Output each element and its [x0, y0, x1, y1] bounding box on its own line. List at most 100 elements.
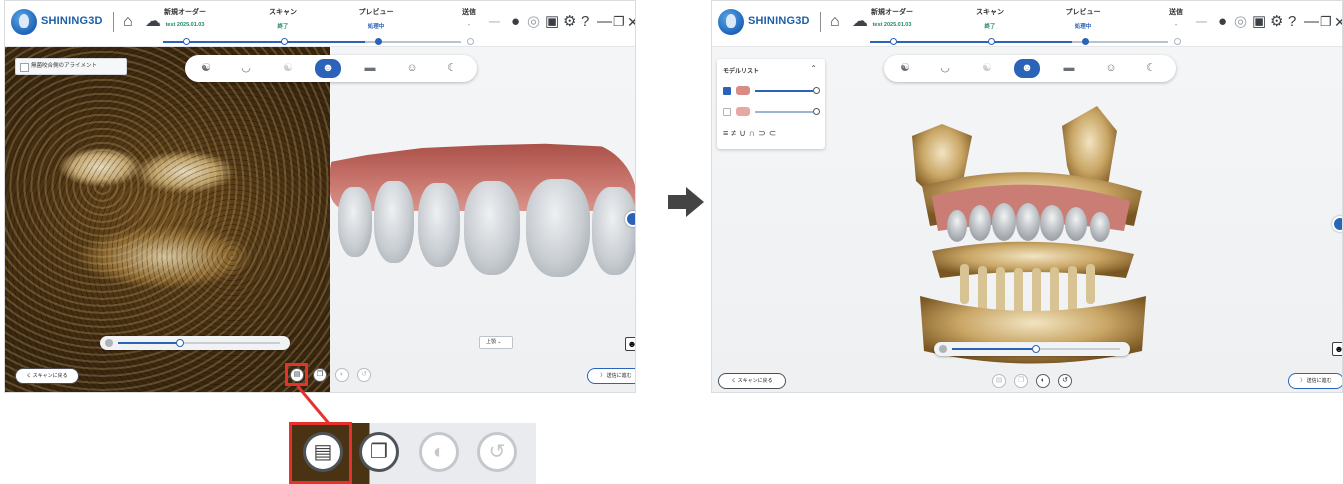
step-label: プレビュー	[358, 9, 394, 16]
snapshot-icon[interactable]: ▣	[1252, 11, 1266, 33]
next-send-button[interactable]: 〉 送信に進む	[587, 368, 635, 384]
slider-handle[interactable]	[813, 108, 820, 115]
bite-icon[interactable]: ▬	[357, 59, 383, 78]
cbct-view-icon[interactable]: ☻	[1014, 59, 1040, 78]
step-scan[interactable]: スキャン 終了	[950, 7, 1030, 30]
user-icon[interactable]: ●	[511, 11, 520, 33]
brand-name: SHINING3D	[41, 15, 103, 27]
snapshot-icon[interactable]: ▣	[545, 11, 559, 33]
chevron-up-icon[interactable]: ⌃	[810, 64, 817, 73]
person-icon[interactable]: ☻	[1332, 342, 1342, 356]
header-divider	[113, 12, 114, 32]
zoom-highlight-box	[289, 422, 352, 484]
side-view-icon[interactable]: ☾	[439, 59, 465, 78]
face-thumb	[736, 107, 750, 116]
target-icon[interactable]: ◎	[1234, 11, 1247, 33]
target-icon[interactable]: ◎	[527, 11, 540, 33]
progress-dot	[467, 38, 474, 45]
help-icon[interactable]: ?	[1288, 11, 1296, 33]
align-checkbox[interactable]: 無菌咬合側のアライメント	[15, 58, 127, 75]
bite-icon[interactable]: ▬	[1056, 59, 1082, 78]
progress-dot	[281, 38, 288, 45]
jaw-select[interactable]: 上顎 ⌄	[479, 336, 513, 349]
gear-icon[interactable]: ⚙	[563, 11, 576, 33]
back-to-scan-button[interactable]: く スキャンに戻る	[718, 373, 786, 389]
overlay-copy-icon-zoomed[interactable]: ❐	[359, 432, 399, 472]
header-divider	[820, 12, 821, 32]
transparency-slider[interactable]	[934, 342, 1130, 356]
face-scan-icon[interactable]: ☯	[974, 59, 1000, 78]
window-controls: ━━ ● ◎ ▣ ⚙ ? — ❐ ✕	[1182, 11, 1342, 33]
view-toolbar: ☯ ◡ ☯ ☻ ▬ ☺ ☾	[185, 55, 477, 82]
brand-logo	[11, 9, 37, 35]
home-icon[interactable]: ⌂	[123, 14, 133, 30]
left-screen: SHINING3D ⌂ ☁ 新規オーダー test 2025.01.03 スキャ…	[4, 0, 636, 393]
step-preview[interactable]: プレビュー 処理中	[336, 7, 416, 30]
right-screen: SHINING3D ⌂ ☁ 新規オーダー test 2025.01.03 スキャ…	[711, 0, 1343, 393]
restore-icon[interactable]: ❐	[1320, 11, 1332, 33]
profile-view-icon[interactable]: ☺	[1098, 59, 1124, 78]
home-icon[interactable]: ⌂	[830, 14, 840, 30]
model-opacity-slider[interactable]	[755, 90, 813, 92]
overlay-copy-icon[interactable]: ❐	[1014, 374, 1028, 388]
slider-handle[interactable]	[813, 87, 820, 94]
progress-track	[870, 38, 1181, 45]
restore-icon[interactable]: ❐	[613, 11, 625, 33]
minimize-icon[interactable]: —	[1304, 11, 1319, 33]
back-to-scan-button[interactable]: く スキャンに戻る	[15, 368, 79, 384]
overlay-copy-icon[interactable]: ❐	[313, 368, 327, 382]
transparency-slider[interactable]	[100, 336, 290, 350]
next-send-button[interactable]: 〉 送信に進む	[1288, 373, 1342, 389]
gear-icon[interactable]: ⚙	[1270, 11, 1283, 33]
model-list-title: モデルリスト	[723, 69, 760, 75]
face-scan-icon[interactable]: ☯	[275, 59, 301, 78]
model-opacity-slider[interactable]	[755, 111, 813, 113]
merge-icon[interactable]: ◐	[1036, 374, 1050, 388]
overlay-a-icon[interactable]: ▤	[992, 374, 1006, 388]
step-status: 処理中	[367, 24, 385, 30]
lower-jaw-icon[interactable]: ◡	[932, 59, 958, 78]
face-toggle-icon[interactable]	[625, 211, 635, 227]
model-type-icons[interactable]: ≡≠∪∩⊃⊂	[723, 128, 779, 139]
lower-jaw-icon[interactable]: ◡	[233, 59, 259, 78]
progress-dot-current	[1082, 38, 1089, 45]
person-icon[interactable]: ☻	[625, 337, 635, 351]
close-icon[interactable]: ✕	[627, 11, 635, 33]
close-icon[interactable]: ✕	[1334, 11, 1342, 33]
reset-icon[interactable]: ↺	[1058, 374, 1072, 388]
minimize-icon[interactable]: —	[597, 11, 612, 33]
app-header: SHINING3D ⌂ ☁ 新規オーダー test 2025.01.03 スキャ…	[5, 1, 635, 47]
face-view-icon[interactable]: ☯	[193, 59, 219, 78]
intraoral-scan-view[interactable]	[330, 141, 635, 321]
model-row[interactable]	[723, 86, 823, 96]
step-preview[interactable]: プレビュー 処理中	[1043, 7, 1123, 30]
side-view-icon[interactable]: ☾	[1138, 59, 1164, 78]
skull-3d-view[interactable]	[902, 96, 1162, 376]
tooth-icon	[105, 339, 113, 347]
reset-icon[interactable]: ↺	[357, 368, 371, 382]
step-scan[interactable]: スキャン 終了	[243, 7, 323, 30]
step-new-order[interactable]: 新規オーダー test 2025.01.03	[145, 7, 225, 28]
model-checkbox[interactable]	[723, 108, 731, 116]
step-label: スキャン	[976, 9, 1004, 16]
merge-icon[interactable]: ◐	[335, 368, 349, 382]
progress-dot	[890, 38, 897, 45]
reset-icon-zoomed[interactable]: ↺	[477, 432, 517, 472]
face-toggle-icon[interactable]	[1332, 216, 1342, 232]
highlight-box	[285, 363, 308, 386]
slider-handle[interactable]	[175, 339, 184, 347]
model-row[interactable]	[723, 107, 823, 117]
brand-name: SHINING3D	[748, 15, 810, 27]
user-icon[interactable]: ●	[1218, 11, 1227, 33]
slider-handle[interactable]	[1032, 345, 1040, 353]
face-view-icon[interactable]: ☯	[892, 59, 918, 78]
model-checkbox[interactable]	[723, 87, 731, 95]
step-new-order[interactable]: 新規オーダー test 2025.01.03	[852, 7, 932, 28]
merge-icon-zoomed[interactable]: ◐	[419, 432, 459, 472]
step-label: 新規オーダー	[164, 9, 206, 16]
step-status: test 2025.01.03	[872, 22, 912, 28]
step-label: 新規オーダー	[871, 9, 913, 16]
profile-view-icon[interactable]: ☺	[399, 59, 425, 78]
help-icon[interactable]: ?	[581, 11, 589, 33]
cbct-view-icon[interactable]: ☻	[315, 59, 341, 78]
